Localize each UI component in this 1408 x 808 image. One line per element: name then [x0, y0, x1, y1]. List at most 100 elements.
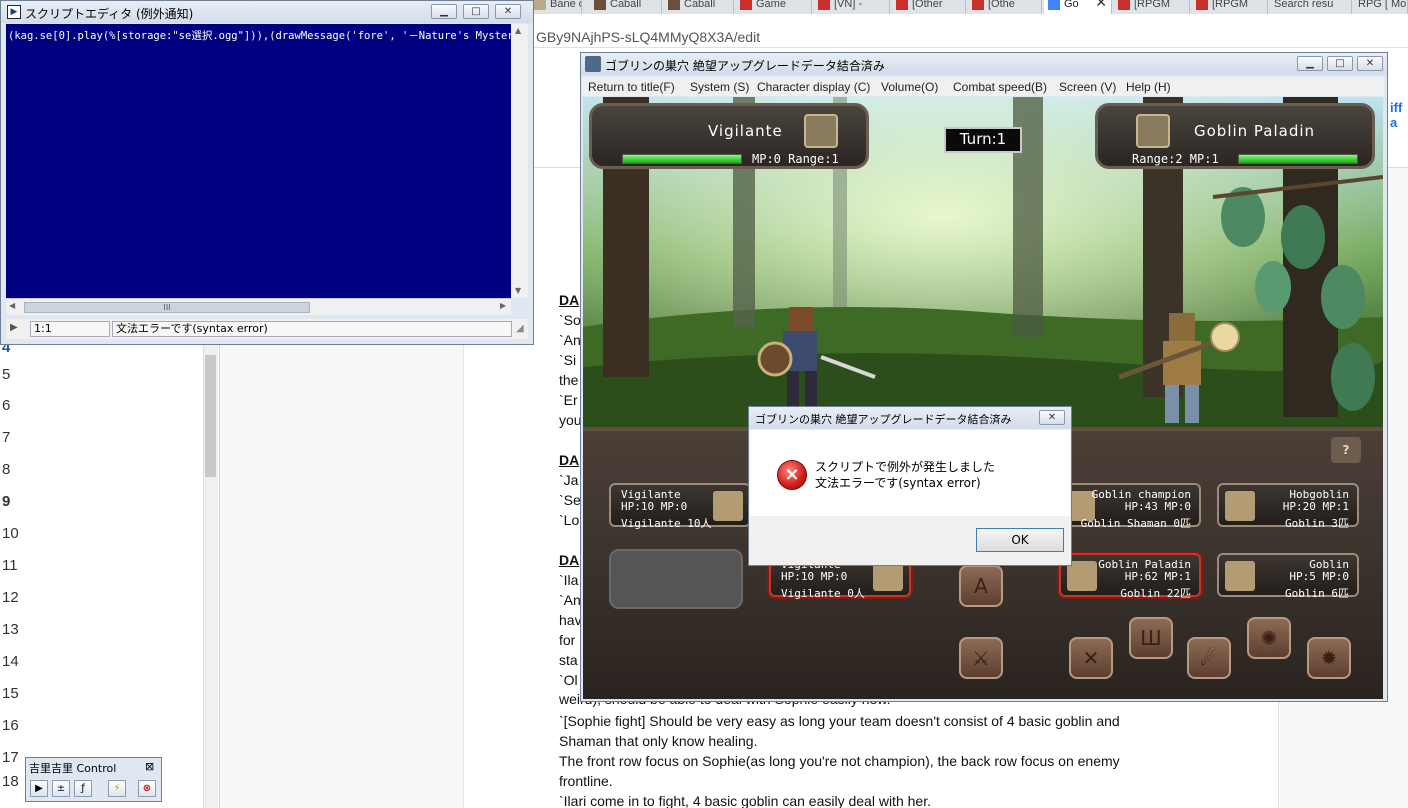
- line-number: 7: [2, 429, 11, 446]
- docs-icon: [1048, 0, 1060, 10]
- script-horizontal-scrollbar[interactable]: ◀ III ▶: [6, 298, 511, 315]
- line-number: 8: [2, 461, 11, 478]
- doc-text-fragment: sta: [559, 652, 578, 668]
- lightning-icon[interactable]: ⚡: [108, 780, 126, 797]
- game-menubar: Return to title(F) System (S) Character …: [582, 77, 1384, 96]
- error-dialog-titlebar[interactable]: ゴブリンの巣穴 絶望アップグレードデータ結合済み ✕: [749, 407, 1071, 429]
- unit-count: Vigilante 0人: [781, 587, 865, 600]
- step-icon[interactable]: ±: [52, 780, 70, 797]
- doc-text-fragment: you: [559, 412, 582, 428]
- menu-help[interactable]: Help (H): [1126, 80, 1171, 94]
- browser-tab[interactable]: [Other: [892, 0, 966, 14]
- unit-card[interactable]: Vigilante HP:10 MP:0 Vigilante 10人: [609, 483, 751, 530]
- menu-return-to-title[interactable]: Return to title(F): [588, 80, 675, 94]
- minimize-button[interactable]: ▁: [431, 4, 457, 19]
- close-button[interactable]: ✕: [1357, 56, 1383, 71]
- menu-system[interactable]: System (S): [690, 80, 749, 94]
- control-close-icon[interactable]: ⊠: [145, 760, 154, 773]
- function-icon[interactable]: ƒ: [74, 780, 92, 797]
- scroll-left-icon[interactable]: ◀: [9, 301, 15, 310]
- doc-text-fragment: `Ol: [559, 672, 578, 688]
- battle-scene[interactable]: Vigilante MP:0 Range:1 Turn:1 Goblin Pal…: [583, 97, 1383, 699]
- gutter-scroll-thumb[interactable]: [205, 355, 216, 477]
- skill-button[interactable]: ⚔: [959, 637, 1003, 679]
- doc-heading-fragment: DA: [559, 552, 580, 568]
- menu-screen[interactable]: Screen (V): [1059, 80, 1116, 94]
- unit-count: Vigilante 10人: [621, 517, 712, 530]
- maximize-button[interactable]: □: [1327, 56, 1353, 71]
- unit-card[interactable]: Hobgoblin HP:20 MP:1 Goblin 3匹: [1217, 483, 1359, 530]
- doc-text-fragment: the: [559, 372, 579, 388]
- browser-tab[interactable]: Bane o: [530, 0, 582, 14]
- line-number-gutter: 4 5 6 7 8 9 10 11 12 13 14 15 16 17 18: [0, 339, 220, 808]
- game-app-icon: [585, 56, 601, 72]
- menu-character-display[interactable]: Character display (C): [757, 80, 870, 94]
- error-dialog[interactable]: ゴブリンの巣穴 絶望アップグレードデータ結合済み ✕ × スクリプトで例外が発生…: [748, 406, 1072, 566]
- play-icon[interactable]: ▶: [30, 780, 48, 797]
- script-vertical-scrollbar[interactable]: ▲ ▼: [511, 24, 528, 298]
- horizontal-scroll-thumb[interactable]: III: [24, 302, 310, 313]
- empty-unit-slot[interactable]: [609, 549, 743, 609]
- help-question-button[interactable]: ?: [1331, 437, 1361, 463]
- run-icon[interactable]: ▶: [10, 322, 18, 333]
- browser-tab[interactable]: Game: [736, 0, 812, 14]
- skill-button[interactable]: A: [959, 565, 1003, 607]
- scroll-right-icon[interactable]: ▶: [500, 301, 506, 310]
- line-number: 17: [2, 749, 19, 766]
- unit-card[interactable]: Goblin champion HP:43 MP:0 Goblin Shaman 0…: [1059, 483, 1201, 530]
- unit-portrait: [1225, 491, 1255, 521]
- browser-tab[interactable]: Search resu: [1270, 0, 1352, 14]
- doc-text-fragment: `Si: [559, 352, 577, 368]
- game-window[interactable]: ゴブリンの巣穴 絶望アップグレードデータ結合済み ▁ □ ✕ Return to…: [580, 52, 1388, 702]
- unit-card[interactable]: Goblin Paladin HP:62 MP:1 Goblin 22匹: [1059, 553, 1201, 600]
- url-text: GBy9NAjhPS-sLQ4MMyQ8X3A/edit: [536, 29, 761, 45]
- unit-stats: HP:10 MP:0: [781, 570, 848, 583]
- menu-combat-speed[interactable]: Combat speed(B): [953, 80, 1047, 94]
- unit-card[interactable]: Goblin HP:5 MP:0 Goblin 6匹: [1217, 553, 1359, 600]
- tab-close-icon[interactable]: ✕: [1095, 0, 1107, 9]
- game-titlebar[interactable]: ゴブリンの巣穴 絶望アップグレードデータ結合済み ▁ □ ✕: [581, 53, 1387, 75]
- favicon-icon: [896, 0, 908, 10]
- doc-text-fragment: `Er: [559, 392, 578, 408]
- error-icon: ×: [777, 460, 807, 490]
- address-bar[interactable]: GBy9NAjhPS-sLQ4MMyQ8X3A/edit: [530, 14, 1408, 48]
- script-editor-window[interactable]: ▶ スクリプトエディタ (例外通知) ▁ □ ✕ (kag.se[0].play…: [0, 0, 534, 345]
- enemy-stats: Range:2 MP:1: [1132, 152, 1219, 166]
- line-number: 18: [2, 773, 19, 790]
- line-number: 6: [2, 397, 11, 414]
- skill-button[interactable]: ✕: [1069, 637, 1113, 679]
- skill-button[interactable]: ✹: [1307, 637, 1351, 679]
- kirikiri-control-window[interactable]: 吉里吉里 Control ⊠ ▶ ± ƒ ⚡ ⊗: [25, 757, 162, 802]
- enemy-portrait: [1136, 114, 1170, 148]
- skill-button[interactable]: Ш: [1129, 617, 1173, 659]
- browser-tab-active[interactable]: Go ✕: [1044, 0, 1112, 14]
- doc-text-line: `Ilari come in to fight, 4 basic goblin …: [559, 793, 931, 808]
- browser-tab[interactable]: [RPGM: [1114, 0, 1190, 14]
- maximize-button[interactable]: □: [463, 4, 489, 19]
- doc-text-fragment: `Ila: [559, 572, 579, 588]
- minimize-button[interactable]: ▁: [1297, 56, 1323, 71]
- skill-button[interactable]: ☄: [1187, 637, 1231, 679]
- script-code-area[interactable]: (kag.se[0].play(%[storage:"se選択.ogg"])),…: [6, 24, 511, 298]
- menu-volume[interactable]: Volume(O): [881, 80, 938, 94]
- script-editor-titlebar[interactable]: ▶ スクリプトエディタ (例外通知) ▁ □ ✕: [1, 1, 533, 23]
- favicon-icon: [668, 0, 680, 10]
- browser-tab[interactable]: RPG [ Mor: [1354, 0, 1408, 14]
- doc-text-fragment: `Se: [559, 492, 581, 508]
- ok-button[interactable]: OK: [976, 528, 1064, 552]
- browser-tab[interactable]: [Othe: [968, 0, 1042, 14]
- game-window-title: ゴブリンの巣穴 絶望アップグレードデータ結合済み: [605, 59, 885, 73]
- unit-count: Goblin 6匹: [1285, 587, 1349, 600]
- browser-tab[interactable]: [VN] -: [814, 0, 890, 14]
- dialog-close-button[interactable]: ✕: [1039, 410, 1065, 425]
- scroll-up-icon[interactable]: ▲: [515, 26, 521, 35]
- unit-count: Goblin Shaman 0匹: [1080, 517, 1191, 530]
- close-button[interactable]: ✕: [495, 4, 521, 19]
- skill-button[interactable]: ✺: [1247, 617, 1291, 659]
- browser-tab[interactable]: Caball: [664, 0, 734, 14]
- browser-tab[interactable]: [RPGM: [1192, 0, 1268, 14]
- stop-icon[interactable]: ⊗: [138, 780, 156, 797]
- resize-grip-icon[interactable]: ◢: [516, 323, 524, 334]
- browser-tab[interactable]: Caball: [590, 0, 662, 14]
- scroll-down-icon[interactable]: ▼: [515, 286, 521, 295]
